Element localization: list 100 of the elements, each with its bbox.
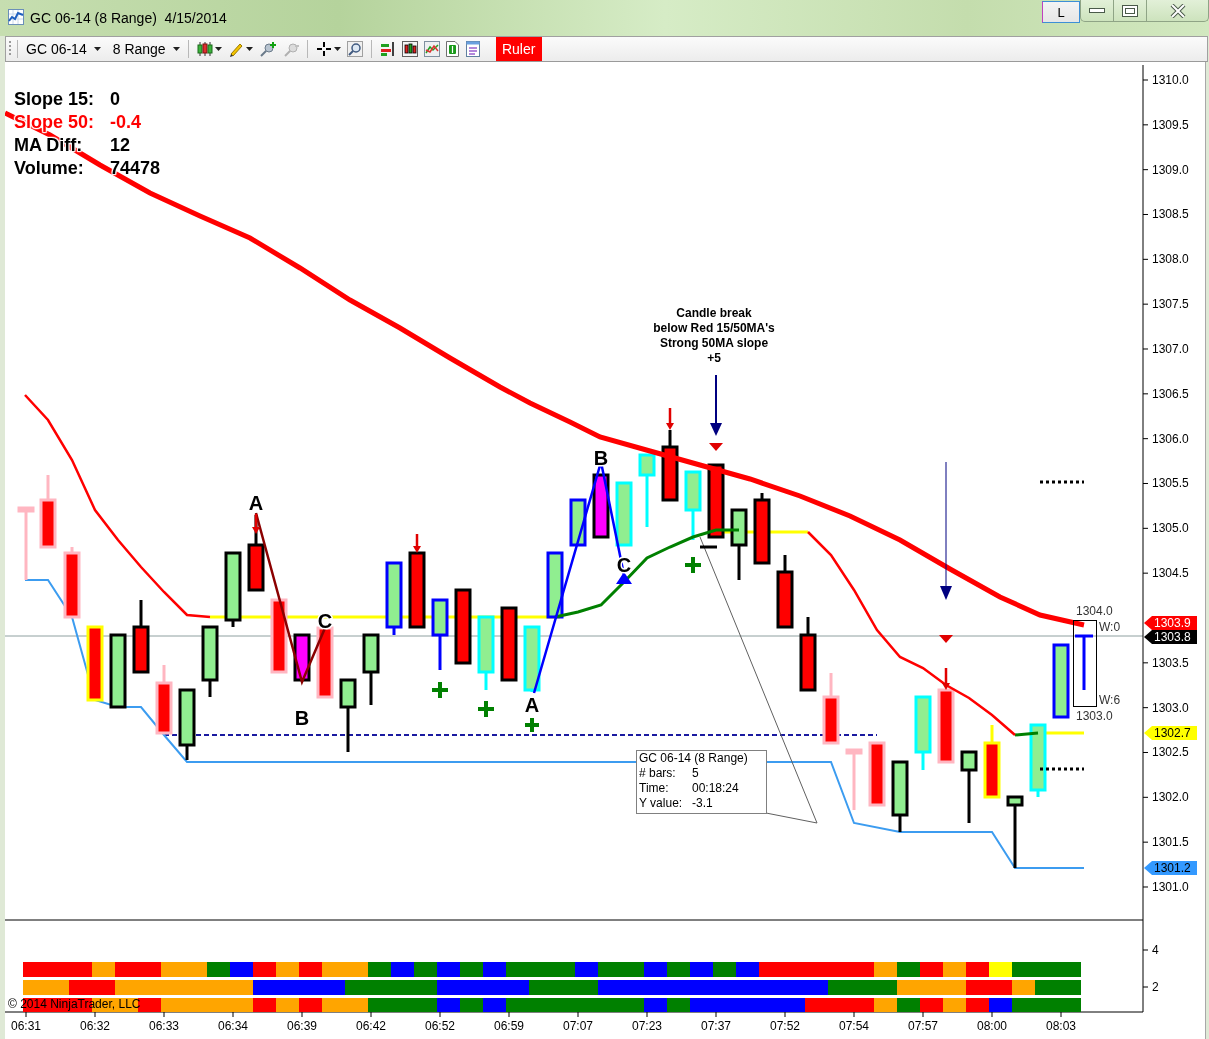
tooltip-value: 00:18:24	[692, 781, 740, 796]
stat-value: 74478	[110, 157, 161, 180]
candle	[753, 493, 771, 565]
pin-add-icon	[258, 41, 277, 57]
down-arrow	[710, 374, 722, 436]
candle	[661, 430, 679, 502]
time-axis-label: 07:52	[770, 1019, 800, 1033]
pattern-label: B	[593, 447, 609, 469]
time-axis-label: 06:33	[149, 1019, 179, 1033]
candle-box-icon	[401, 41, 418, 57]
price-axis-label: 1305.5	[1152, 476, 1189, 491]
maximize-button[interactable]	[1113, 0, 1147, 22]
time-axis-label: 06:59	[494, 1019, 524, 1033]
time-axis-label: 06:31	[11, 1019, 41, 1033]
period-dropdown[interactable]: 8 Range	[109, 38, 183, 60]
down-arrow-icon	[252, 514, 260, 534]
price-axis-label: 1301.5	[1152, 835, 1189, 850]
minimize-button[interactable]	[1080, 0, 1114, 22]
time-axis-label: 06:34	[218, 1019, 248, 1033]
candle	[178, 688, 196, 760]
pin-icon	[282, 41, 299, 57]
down-arrow-icon	[942, 668, 950, 690]
price-axis-label: 1303.5	[1152, 655, 1189, 670]
caret-icon	[333, 47, 341, 51]
bar-high-label: 1304.0	[1076, 604, 1113, 618]
time-axis-label: 07:07	[563, 1019, 593, 1033]
caret-icon	[93, 47, 101, 51]
candle	[845, 748, 863, 810]
tooltip-value: 5	[692, 766, 700, 781]
grip-icon[interactable]	[9, 40, 12, 58]
indicator-axis-label: 4	[1152, 943, 1159, 957]
bar-count-label: W:0	[1099, 620, 1121, 634]
price-axis-label: 1307.5	[1152, 297, 1189, 312]
window-button[interactable]: L	[1042, 1, 1080, 23]
tooltip-label: Time:	[639, 781, 670, 796]
ruler-button[interactable]: Ruler	[495, 37, 542, 61]
price-tag: 1303.9	[1144, 616, 1197, 630]
candle	[546, 551, 564, 619]
indicator-axis-label: 2	[1152, 980, 1159, 994]
plus-icon	[430, 680, 450, 700]
candle	[201, 625, 219, 697]
stat-label: Volume:	[14, 157, 85, 180]
plus-icon	[523, 716, 541, 734]
dash-icon	[700, 545, 717, 549]
price-tag: 1301.2	[1144, 861, 1197, 875]
time-axis-label: 08:00	[977, 1019, 1007, 1033]
time-axis-label: 07:57	[908, 1019, 938, 1033]
bar-low-label: 1303.0	[1076, 709, 1113, 723]
candle	[523, 625, 541, 692]
price-axis-label: 1302.0	[1152, 790, 1189, 805]
crosshair-icon	[315, 41, 332, 57]
up-triangle-icon	[616, 572, 632, 584]
candlestick-icon	[196, 41, 213, 57]
pencil-icon	[227, 41, 244, 57]
window-title: GC 06-14 (8 Range) 4/15/2014	[30, 10, 227, 26]
time-axis-label: 07:23	[632, 1019, 662, 1033]
instrument-dropdown[interactable]: GC 06-14	[23, 38, 104, 60]
price-axis-label: 1303.0	[1152, 700, 1189, 715]
time-axis-label: 06:32	[80, 1019, 110, 1033]
bar-list-icon	[379, 41, 396, 57]
price-tag: 1303.8	[1144, 630, 1197, 644]
time-axis-label: 07:54	[839, 1019, 869, 1033]
close-icon	[1169, 3, 1186, 18]
price-axis-label: 1310.0	[1152, 73, 1189, 87]
tooltip-value: -3.1	[692, 796, 714, 811]
price-axis-label: 1301.0	[1152, 880, 1189, 894]
stat-value: 0	[110, 88, 121, 111]
price-axis-label: 1309.5	[1152, 117, 1189, 132]
price-axis-label: 1308.5	[1152, 207, 1189, 222]
candle	[569, 498, 587, 547]
down-triangle-icon	[939, 635, 953, 643]
line-chart-icon	[423, 41, 440, 57]
caret-icon	[245, 47, 253, 51]
form-icon	[464, 41, 481, 57]
price-axis-label: 1308.0	[1152, 252, 1189, 267]
down-arrow-icon	[666, 408, 674, 430]
time-axis-label: 06:52	[425, 1019, 455, 1033]
maximize-icon	[1122, 4, 1138, 17]
close-button[interactable]	[1146, 0, 1209, 22]
candle	[431, 598, 449, 670]
candle	[730, 508, 748, 580]
stat-value: -0.4	[110, 111, 143, 134]
time-axis-label: 07:37	[701, 1019, 731, 1033]
price-axis-label: 1309.0	[1152, 162, 1189, 177]
price-tag: 1302.7	[1144, 726, 1197, 740]
forming-candle	[1073, 634, 1095, 692]
candle	[868, 741, 886, 807]
caret-icon	[172, 47, 180, 51]
chart-annotation: Candle break below Red 15/50MA's Strong 50MA slope +5	[652, 306, 776, 366]
tooltip-label: Y value:	[639, 796, 684, 811]
time-axis-label: 06:39	[287, 1019, 317, 1033]
time-axis-label: 08:03	[1046, 1019, 1076, 1033]
tooltip-title: GC 06-14 (8 Range)	[639, 751, 749, 766]
candle	[63, 547, 81, 619]
candle	[684, 470, 702, 540]
candle	[615, 481, 633, 547]
plus-icon	[683, 555, 703, 575]
down-triangle-icon	[709, 443, 723, 451]
stat-value: 12	[110, 134, 132, 157]
bar-count-label: W:6	[1099, 693, 1121, 707]
